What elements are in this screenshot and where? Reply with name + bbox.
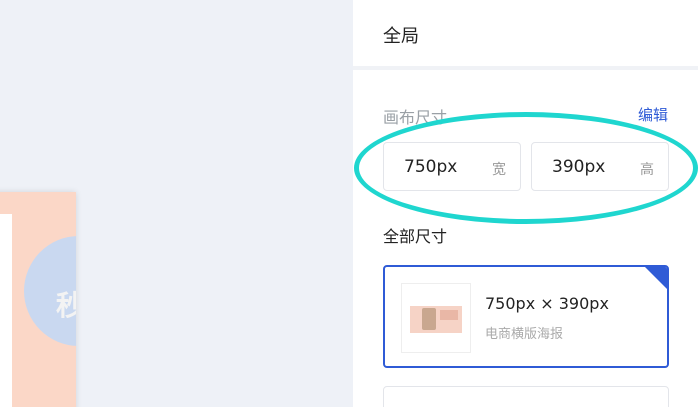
- height-unit: 高: [640, 162, 654, 178]
- preset-thumbnail: [401, 283, 471, 353]
- size-preset-card-selected[interactable]: 750px × 390px 电商横版海报: [383, 265, 669, 368]
- thumbnail-banner: [410, 306, 462, 333]
- height-value: 390px: [552, 157, 606, 177]
- settings-panel: 全局 画布尺寸 编辑 750px 宽 390px 高 全部尺寸 750px × …: [353, 0, 698, 407]
- width-unit: 宽: [492, 162, 506, 178]
- panel-title: 全局: [383, 26, 419, 47]
- poster-preview[interactable]: 秒: [0, 192, 76, 407]
- all-sizes-label: 全部尺寸: [383, 227, 448, 246]
- canvas-area[interactable]: 秒: [0, 0, 353, 407]
- width-value: 750px: [404, 157, 458, 177]
- thumbnail-text: [440, 310, 458, 320]
- thumbnail-photo: [422, 308, 436, 330]
- poster-glyph: 秒: [56, 289, 76, 322]
- canvas-size-label: 画布尺寸: [383, 108, 448, 127]
- selected-corner-indicator: [645, 267, 667, 289]
- height-field[interactable]: 390px 高: [531, 142, 669, 191]
- edit-link[interactable]: 编辑: [638, 104, 668, 125]
- size-preset-card[interactable]: [383, 386, 669, 407]
- preset-title: 750px × 390px: [485, 294, 609, 313]
- panel-header: 全局: [353, 0, 698, 70]
- width-field[interactable]: 750px 宽: [383, 142, 521, 191]
- poster-frame: [0, 214, 12, 407]
- preset-subtitle: 电商横版海报: [485, 327, 564, 342]
